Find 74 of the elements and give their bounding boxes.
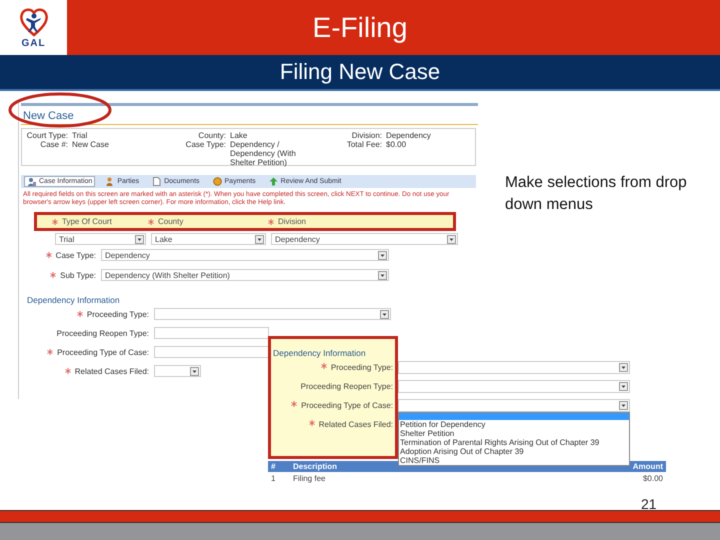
field-label: Sub Type: <box>60 270 96 280</box>
column-header: # <box>271 462 276 471</box>
dropdown-list[interactable]: Petition for Dependency Shelter Petition Termination of Parental Rights Arising Out of Chapter 39 Adoption Arising Out of Chapter 39 CINS/FINS <box>398 412 630 466</box>
select-field[interactable] <box>154 308 391 320</box>
slide-subtitle: Filing New Case <box>0 55 720 91</box>
select-field[interactable]: Dependency (With Shelter Petition) <box>101 269 389 281</box>
field-label: Division <box>278 217 306 226</box>
caret-icon <box>380 310 389 318</box>
section-title: Dependency Information <box>27 295 121 305</box>
dropdown-option[interactable]: Petition for Dependency <box>399 420 629 429</box>
highlighted-option[interactable] <box>399 413 629 420</box>
select-field[interactable]: Dependency <box>101 249 389 261</box>
tab-icon <box>105 177 114 186</box>
field-label: Case Type: <box>56 250 96 260</box>
column-header: Amount <box>632 462 663 471</box>
caret-icon <box>378 270 387 280</box>
field-label: Proceeding Type: <box>86 310 149 318</box>
caret-icon <box>619 401 628 410</box>
select-field[interactable] <box>154 327 269 339</box>
summary-value: Dependency <box>386 131 432 140</box>
tab-icon <box>152 177 162 186</box>
dropdown-option[interactable]: Termination of Parental Rights Arising Out of Chapter 39 <box>399 438 629 447</box>
select-field[interactable] <box>398 361 630 374</box>
page-title: New Case <box>21 106 478 125</box>
page-number: 21 <box>641 496 657 512</box>
tab-icon <box>27 177 36 186</box>
field-label: Proceeding Reopen Type: <box>56 328 149 338</box>
heart-figure-icon <box>18 6 48 36</box>
summary-value: Dependency / Dependency (With Shelter Petition) <box>230 140 297 167</box>
select-field[interactable]: Trial <box>55 233 146 245</box>
slide-title: E-Filing <box>312 12 408 44</box>
summary-label: County: <box>197 131 226 140</box>
table-cell-text: 1 <box>271 474 276 482</box>
field-label: Related Cases Filed: <box>74 366 149 376</box>
caret-icon <box>255 234 264 244</box>
instruction-text: Make selections from drop down menus <box>505 173 688 215</box>
field-label: Proceeding Type of Case: <box>57 348 149 356</box>
select-field[interactable]: Dependency <box>271 233 458 245</box>
logo-text: GAL <box>21 38 46 48</box>
select-field[interactable]: Lake <box>151 233 266 245</box>
caret-icon <box>378 250 387 260</box>
select-field[interactable] <box>154 365 201 377</box>
field-label: Related Cases Filed: <box>318 420 393 429</box>
tab-icon <box>268 177 278 186</box>
field-label: County <box>158 217 184 226</box>
caret-icon <box>447 234 456 244</box>
summary-value: New Case <box>72 140 110 151</box>
summary-label: Division: <box>350 131 382 140</box>
field-label: Proceeding Type: <box>330 363 393 372</box>
section-title: Dependency Information <box>272 348 367 360</box>
summary-label: Case Type: <box>184 140 226 151</box>
dropdown-option[interactable]: Shelter Petition <box>399 429 629 438</box>
summary-label: Total Fee: <box>346 140 382 151</box>
caret-icon <box>619 382 628 391</box>
select-field[interactable] <box>154 346 269 358</box>
field-label: Proceeding Type of Case: <box>301 401 393 410</box>
select-field[interactable] <box>398 399 630 412</box>
table-cell: $0.00 <box>642 474 663 482</box>
dropdown-option[interactable]: Adoption Arising Out of Chapter 39 <box>399 447 629 456</box>
summary-label: Case #: <box>39 140 68 151</box>
dropdown-option[interactable]: CINS/FINS <box>399 456 629 465</box>
caret-icon <box>190 366 199 376</box>
column-header: Description <box>293 462 338 471</box>
summary-value: $0.00 <box>386 140 408 151</box>
tab-icon <box>212 177 222 186</box>
summary-value: Lake <box>230 131 248 140</box>
field-label: Type Of Court <box>62 217 112 226</box>
field-label: Proceeding Reopen Type: <box>300 382 393 391</box>
table-cell-text: Filing fee <box>293 474 326 482</box>
caret-icon <box>619 363 628 372</box>
summary-value: Trial <box>72 131 88 140</box>
caret-icon <box>135 234 144 244</box>
select-field[interactable] <box>398 380 630 393</box>
summary-label: Court Type: <box>26 131 68 140</box>
